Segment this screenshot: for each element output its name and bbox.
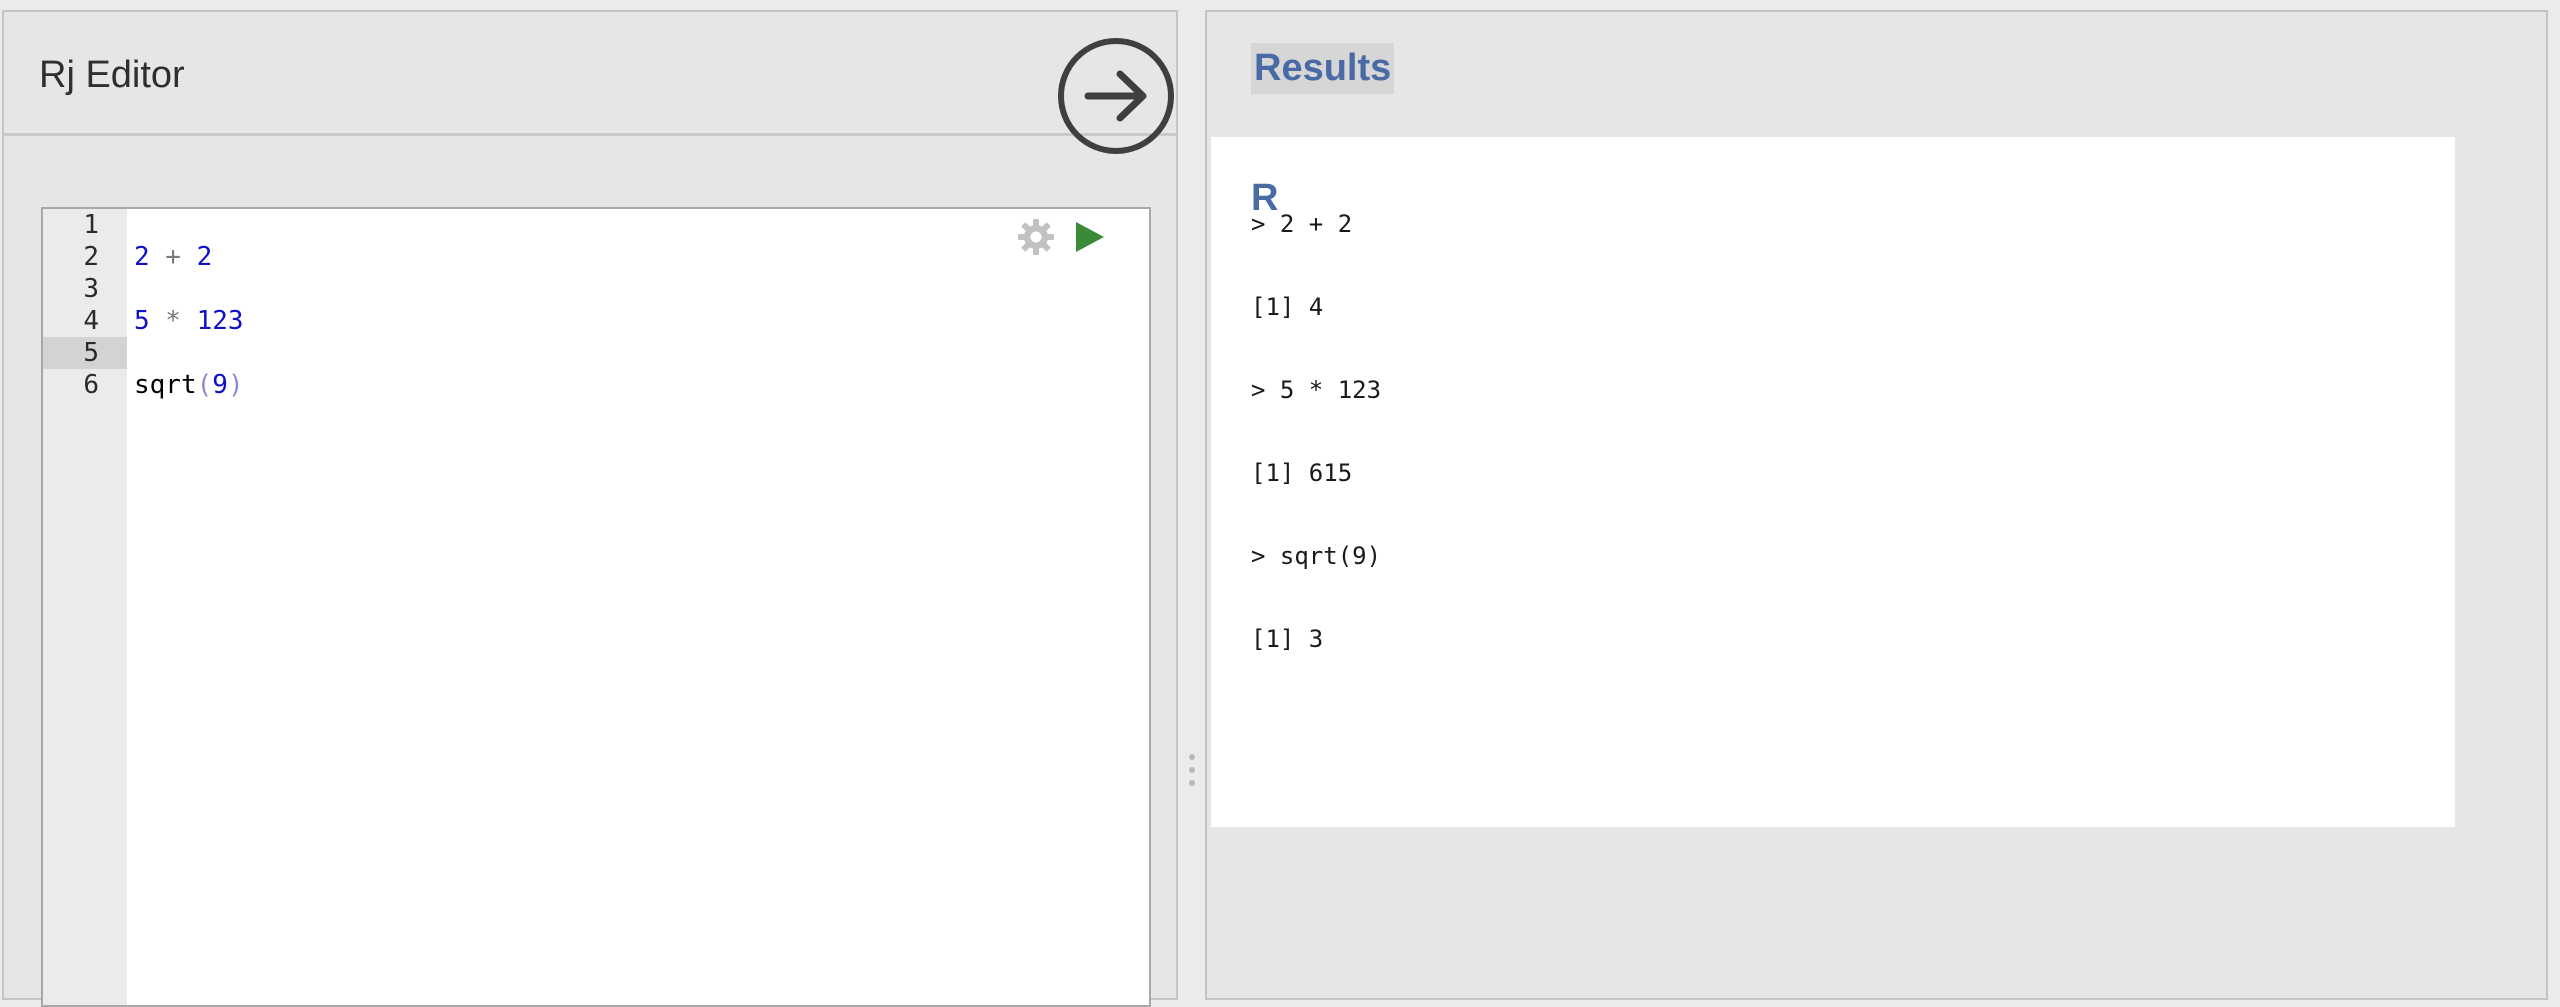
console-input-line: > 5 * 123 bbox=[1251, 376, 1382, 404]
results-body: R > 2 + 2 [1] 4 > 5 * 123 [1] 615 > sqrt(9)[… bbox=[1211, 137, 2455, 827]
code-token: 9 bbox=[212, 370, 228, 400]
line-number: 1 bbox=[83, 210, 99, 240]
play-icon[interactable] bbox=[1068, 217, 1108, 257]
code-token: 5 bbox=[134, 306, 150, 336]
gear-icon[interactable] bbox=[1016, 217, 1056, 257]
arrow-right-circle-icon bbox=[1058, 38, 1174, 154]
console-output-line: [1] 3 bbox=[1251, 625, 1324, 653]
panel-splitter-handle[interactable] bbox=[1187, 752, 1197, 788]
code-token: 123 bbox=[196, 306, 244, 336]
console-output-line: [1] 615 bbox=[1251, 459, 1353, 487]
console-input-line: > sqrt(9) bbox=[1251, 542, 1382, 570]
console-input-line: > 2 + 2 bbox=[1251, 210, 1353, 238]
code-token: 2 bbox=[196, 242, 213, 272]
editor-panel: Rj Editor 122 + 2345 * 123 5 6 sqrt(9) bbox=[2, 10, 1178, 1007]
line-number: 3 bbox=[83, 274, 99, 304]
line-number: 5 bbox=[83, 338, 99, 368]
code-line[interactable]: sqrt(9) bbox=[134, 369, 244, 401]
code-token: + bbox=[149, 242, 197, 272]
results-title: Results bbox=[1251, 43, 1395, 94]
results-panel: Results R > 2 + 2 [1] 4 > 5 * 123 [1] 615 > … bbox=[1205, 10, 2548, 1000]
code-token: sqrt bbox=[134, 370, 197, 400]
editor-title: Rj Editor bbox=[39, 54, 185, 96]
code-token: 2 bbox=[134, 242, 150, 272]
code-token: * bbox=[149, 306, 197, 336]
line-number: 4 bbox=[83, 306, 99, 336]
line-number: 6 bbox=[83, 370, 99, 400]
code-token: ) bbox=[227, 370, 244, 400]
run-all-button[interactable] bbox=[1056, 36, 1176, 156]
console-output-line: [1] 4 bbox=[1251, 293, 1324, 321]
line-number: 2 bbox=[83, 242, 99, 272]
code-line[interactable]: 2 + 2 bbox=[134, 241, 212, 273]
code-line[interactable]: 5 * 123 bbox=[134, 305, 244, 337]
editor-header: Rj Editor bbox=[4, 12, 1176, 154]
code-editor[interactable]: 122 + 2345 * 123 5 6 sqrt(9) bbox=[41, 207, 1151, 1007]
code-token: ( bbox=[196, 370, 213, 400]
